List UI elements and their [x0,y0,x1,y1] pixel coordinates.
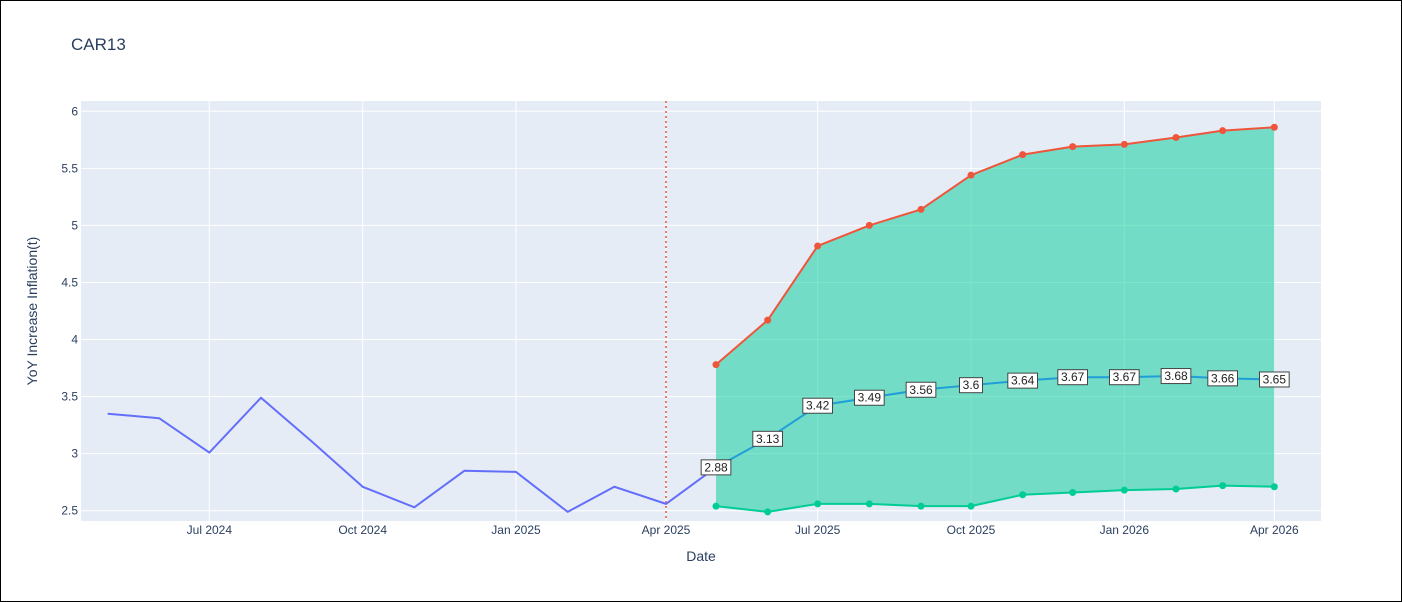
lower-point [967,502,975,510]
data-label: 3.49 [853,389,885,406]
upper-point [967,171,975,179]
lower-point [1219,482,1227,490]
upper-point [1219,127,1227,135]
data-label-text: 3.42 [806,399,830,413]
lower-point [865,500,873,508]
lower-point [1270,483,1278,491]
upper-point [1069,143,1077,151]
data-label-text: 2.88 [704,460,728,474]
data-label: 3.67 [1108,369,1140,386]
upper-point [814,242,822,250]
data-label-text: 3.49 [858,391,882,405]
chart-svg: CAR13 2.883.133.423.493.56 3.6 3.64 3.67 3.6… [24,35,1321,564]
upper-point [712,361,720,369]
y-axis-title: YoY Increase Inflation(t) [24,237,40,386]
y-tick-label: 3.5 [61,390,78,404]
lower-point [1172,485,1180,493]
upper-point [1172,134,1180,142]
lower-point [1120,486,1128,494]
chart-title: CAR13 [71,35,126,54]
data-label-text: 3.13 [756,432,780,446]
data-label-text: 3.66 [1211,371,1235,385]
y-tick-label: 5.5 [61,161,78,175]
x-tick-label: Jan 2025 [491,523,541,537]
x-tick-label: Apr 2026 [1250,523,1299,537]
upper-point [1120,140,1128,148]
x-tick-label: Jul 2024 [187,523,233,537]
data-label: 3.13 [752,430,784,447]
data-label-text: 3.67 [1113,370,1137,384]
lower-point [764,508,772,516]
data-label: 3.64 [1007,372,1039,389]
y-tick-label: 5 [71,218,78,232]
data-label: 3.65 [1258,371,1290,388]
data-label-text: 3.65 [1263,372,1287,386]
data-label: 3.68 [1160,368,1192,385]
data-label-text: 3.6 [963,378,980,392]
data-label-text: 3.68 [1164,369,1188,383]
y-tick-label: 6 [71,104,78,118]
upper-point [917,205,925,213]
data-label: 2.88 [700,459,732,476]
data-label: 3.66 [1207,370,1239,387]
upper-point [865,221,873,229]
lower-point [1019,491,1027,499]
y-tick-label: 3 [71,447,78,461]
lower-point [1069,488,1077,496]
lower-point [712,502,720,510]
data-label-text: 3.56 [909,383,933,397]
data-label: 3.6 [958,377,984,394]
x-tick-label: Jul 2025 [795,523,841,537]
x-tick-label: Apr 2025 [642,523,691,537]
lower-point [814,500,822,508]
x-tick-label: Oct 2025 [947,523,996,537]
upper-point [1270,123,1278,131]
data-label-text: 3.64 [1011,374,1035,388]
y-tick-label: 4 [71,333,78,347]
y-tick-labels: 2.5 3 3.5 4 4.5 5 5.5 6 [61,104,78,517]
x-tick-label: Jan 2026 [1100,523,1150,537]
x-axis-title: Date [686,548,716,564]
x-tick-label: Oct 2024 [338,523,387,537]
y-tick-label: 2.5 [61,504,78,518]
data-label: 3.67 [1057,369,1089,386]
upper-point [1019,151,1027,159]
y-tick-label: 4.5 [61,275,78,289]
x-tick-labels: Jul 2024 Oct 2024 Jan 2025 Apr 2025 Jul 2025… [187,523,1299,537]
data-label: 3.56 [905,381,937,398]
lower-point [917,502,925,510]
data-label-text: 3.67 [1061,370,1085,384]
upper-point [764,316,772,324]
data-label: 3.42 [802,397,834,414]
